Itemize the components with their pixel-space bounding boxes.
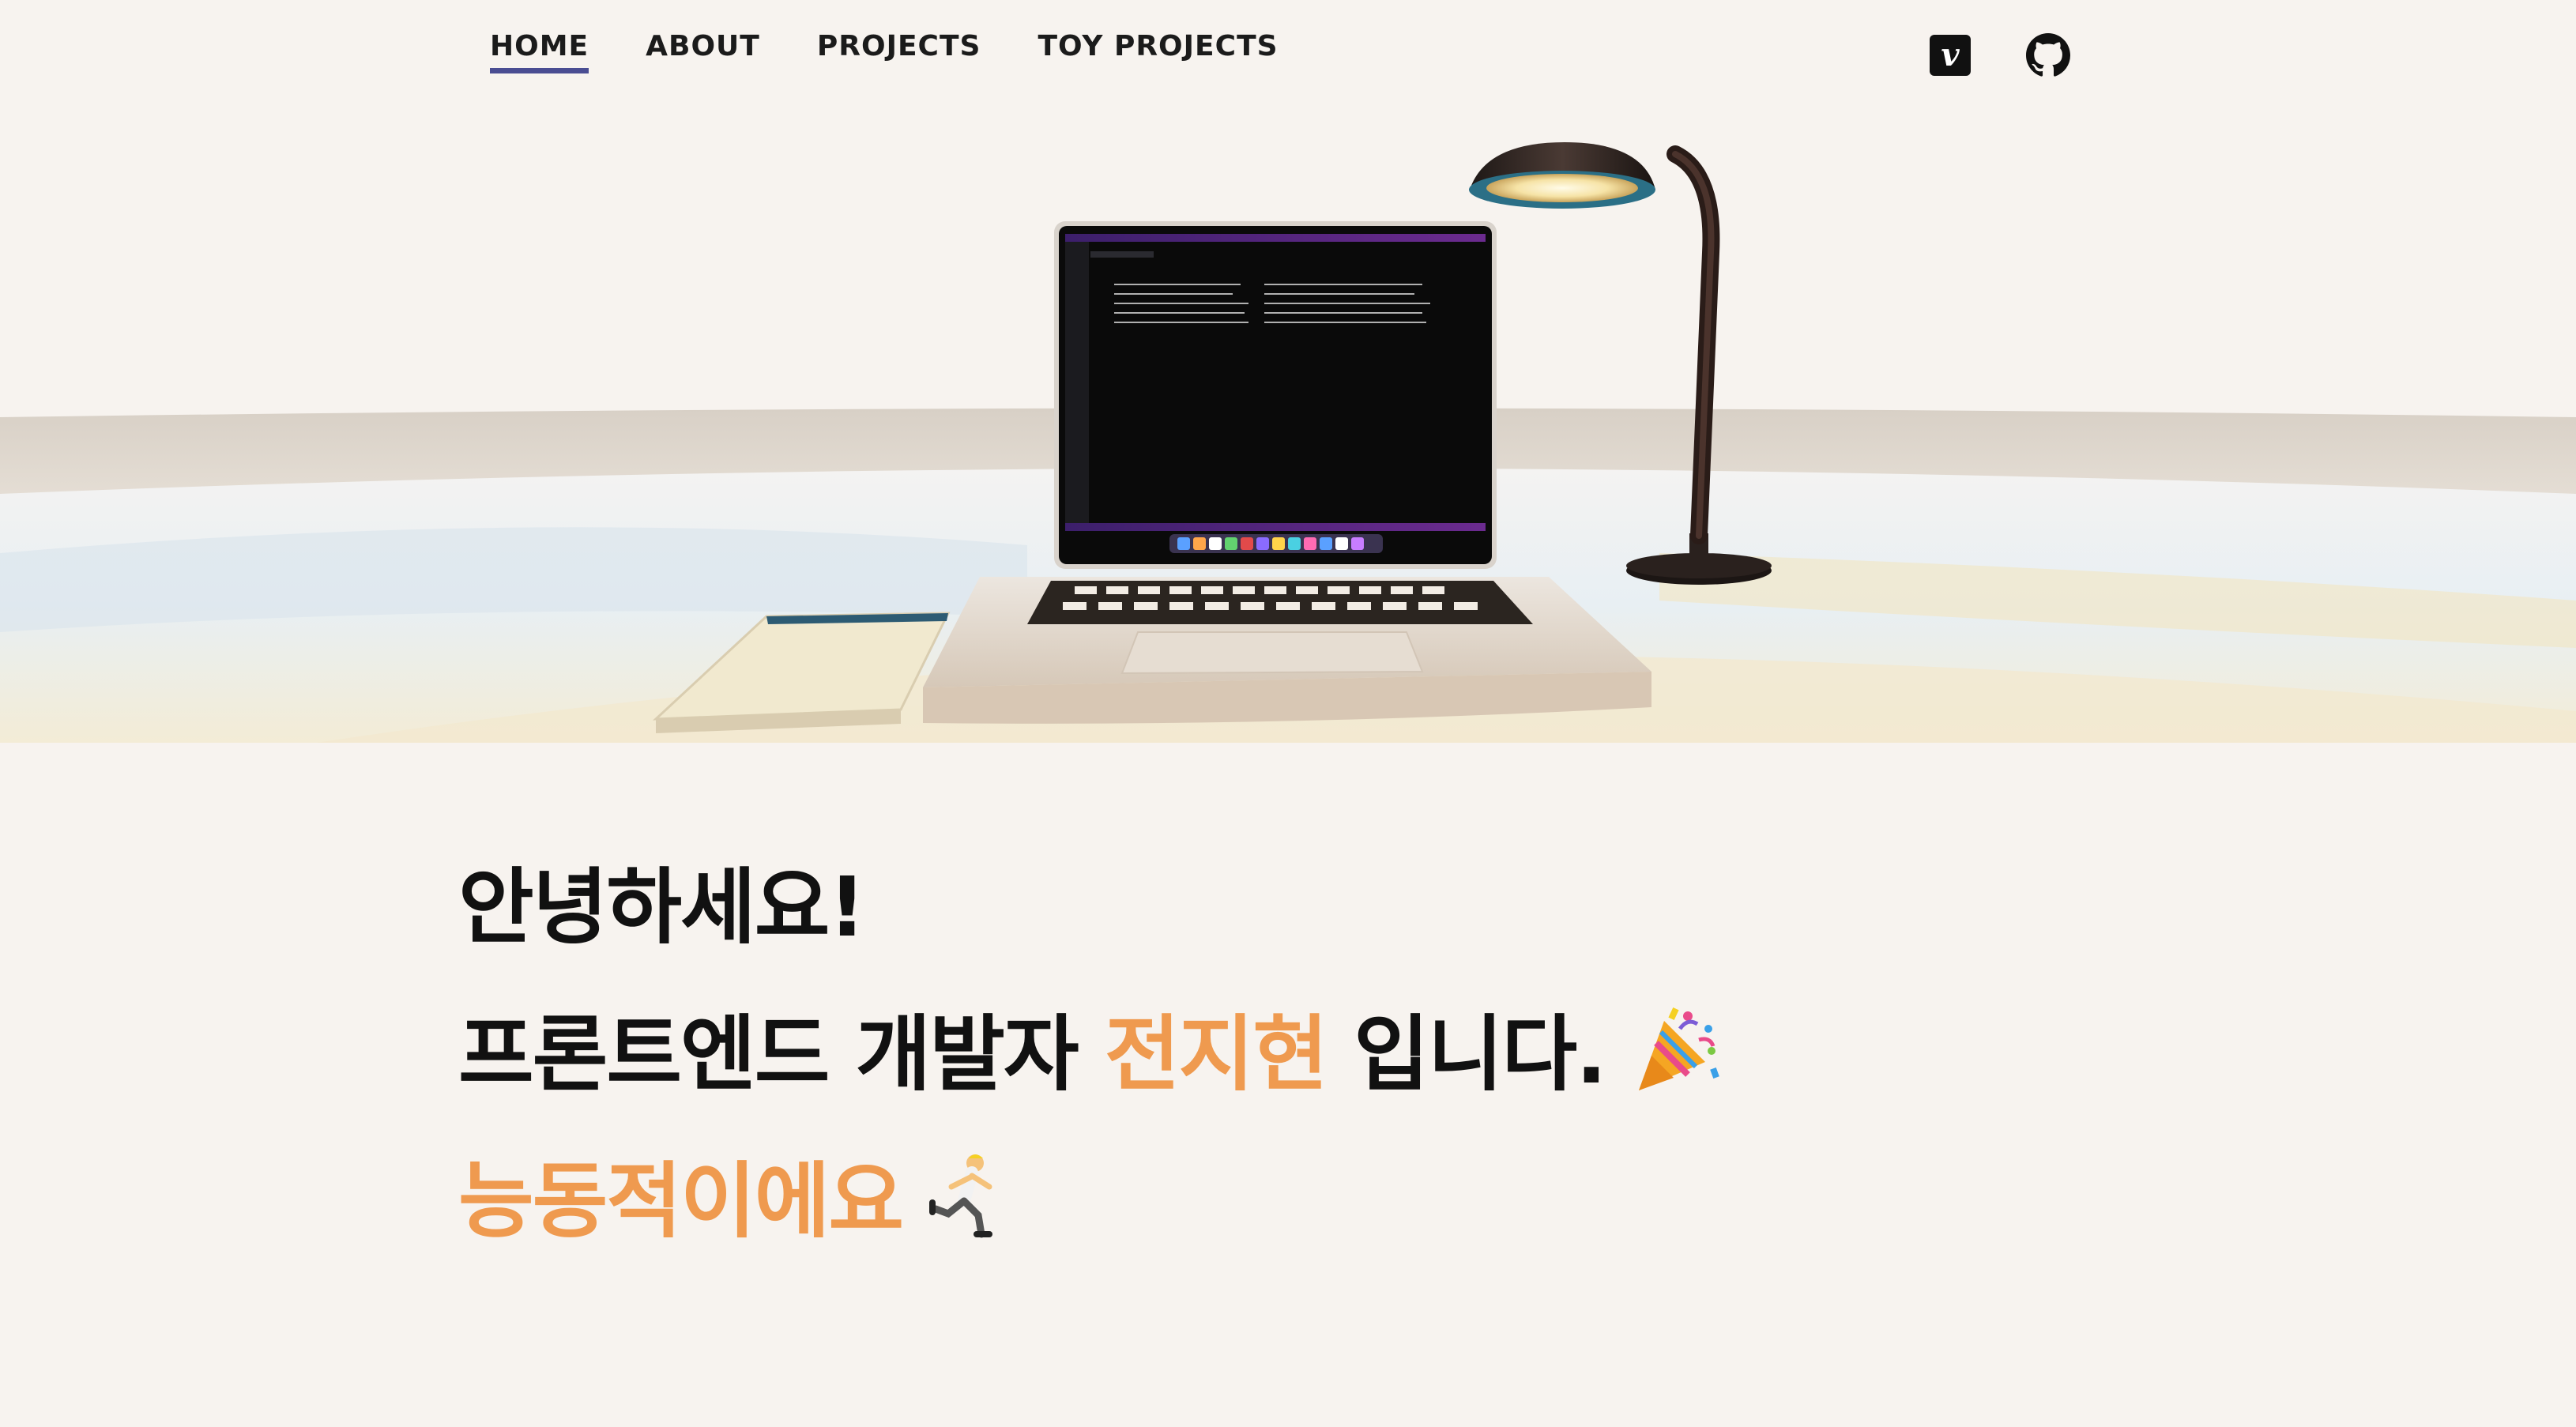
nav-menu: HOME ABOUT PROJECTS TOY PROJECTS xyxy=(490,30,1279,73)
top-navigation: HOME ABOUT PROJECTS TOY PROJECTS v xyxy=(0,0,2576,111)
desk-scene xyxy=(0,142,2576,743)
github-icon[interactable] xyxy=(2026,33,2070,77)
tagline-line: 능동적이에요 xyxy=(458,1152,2197,1242)
velog-icon[interactable]: v xyxy=(1930,35,1971,76)
party-popper-icon xyxy=(1638,1007,1719,1090)
page: HOME ABOUT PROJECTS TOY PROJECTS v 안녕하세요… xyxy=(0,0,2576,1427)
intro-suffix: 입니다. xyxy=(1326,1006,1607,1102)
nav-item-about[interactable]: ABOUT xyxy=(646,30,760,73)
nav-item-toy-projects[interactable]: TOY PROJECTS xyxy=(1038,30,1278,73)
tagline: 능동적이에요 xyxy=(458,1153,904,1249)
social-links: v xyxy=(1930,33,2070,77)
intro-section: 안녕하세요! 프론트엔드 개발자 전지현 입니다. 능동적이에요 xyxy=(458,838,2197,1242)
running-person-icon xyxy=(929,1154,993,1238)
developer-name: 전지현 xyxy=(1104,1006,1328,1102)
nav-item-projects[interactable]: PROJECTS xyxy=(817,30,981,73)
intro-line: 프론트엔드 개발자 전지현 입니다. xyxy=(458,1005,2197,1095)
greeting: 안녕하세요! xyxy=(458,859,866,955)
nav-item-home[interactable]: HOME xyxy=(490,30,589,73)
intro-prefix: 프론트엔드 개발자 xyxy=(458,1006,1105,1102)
hero-illustration xyxy=(0,0,2576,743)
